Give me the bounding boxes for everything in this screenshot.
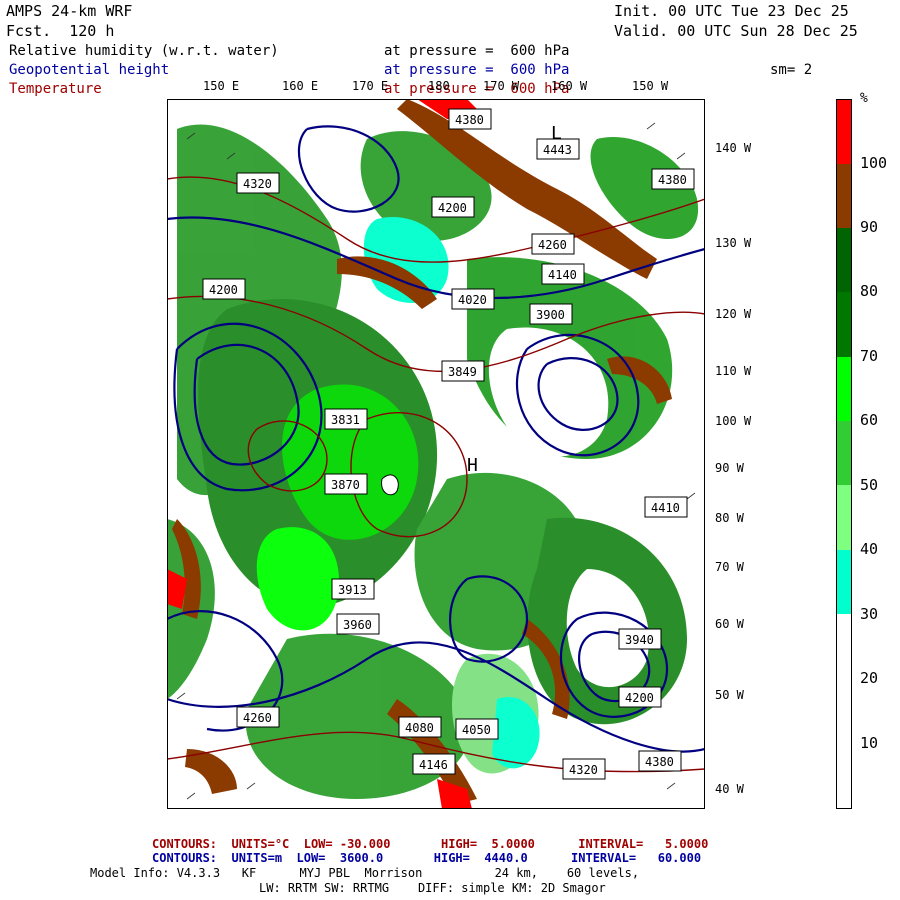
contour-label: 3870 [331,478,360,492]
colorbar-label: 60 [860,411,879,429]
contour-label: 4443 [543,143,572,157]
contour-label: 4260 [243,711,272,725]
colorbar-label: 80 [860,282,879,300]
smoothing-label: sm= 2 [770,62,813,78]
contour-label: 3831 [331,413,360,427]
lon-label-right: 100 W [715,414,752,428]
lon-label-right: 80 W [715,511,744,525]
contour-label: 3849 [448,365,477,379]
lon-label-top: 170 E [352,79,389,93]
colorbar-label: 50 [860,476,879,494]
contour-label: 3960 [343,618,372,632]
contour-label: 4020 [458,293,487,307]
init-time: Init. 00 UTC Tue 23 Dec 25 [614,2,849,20]
colorbar-label: 30 [860,605,879,623]
field-temp-level: at pressure = 600 hPa [384,81,570,97]
lon-label-right: 70 W [715,560,744,574]
contour-label: 3940 [625,633,654,647]
valid-time: Valid. 00 UTC Sun 28 Dec 25 [614,22,858,40]
colorbar-label: 40 [860,540,879,558]
contour-label: 4380 [645,755,674,769]
colorbar-label: 100 [860,154,888,172]
lon-label-right: 50 W [715,688,744,702]
high-marker: H [467,455,478,476]
lon-label-top: 170 W [483,79,520,93]
field-height-level: at pressure = 600 hPa [384,62,570,78]
forecast-hour: Fcst. 120 h [6,22,115,40]
contour-label: 4320 [569,763,598,777]
contour-label: 4200 [209,283,238,297]
colorbar-label: 70 [860,347,879,365]
contour-label: 4380 [455,113,484,127]
lon-label-right: 120 W [715,307,752,321]
model-info-line1: Model Info: V4.3.3 KF MYJ PBL Morrison 2… [90,866,640,880]
contour-label: 3913 [338,583,367,597]
contour-label: 4080 [405,721,434,735]
contour-label: 4380 [658,173,687,187]
lon-label-top: 160 E [282,79,319,93]
colorbar-label: 90 [860,218,879,236]
contour-label: 4320 [243,177,272,191]
lon-label-right: 40 W [715,782,744,796]
low-marker: L [551,123,562,144]
lon-label-right: 110 W [715,364,752,378]
temperature-contour-info: CONTOURS: UNITS=°C LOW= -30.000 HIGH= 5.… [152,837,709,851]
contour-label: 3900 [536,308,565,322]
lon-label-right: 60 W [715,617,744,631]
rh-height-temperature-map: 4380 4443 4380 4200 4320 4200 4260 4140 … [166,99,706,809]
height-contour-info: CONTOURS: UNITS=m LOW= 3600.0 HIGH= 4440… [152,851,702,865]
contour-label: 4260 [538,238,567,252]
lon-label-top: 150 W [632,79,669,93]
lon-label-top: 160 W [551,79,588,93]
colorbar-label: 10 [860,734,879,752]
contour-label: 4200 [438,201,467,215]
map-panel: 4380 4443 4380 4200 4320 4200 4260 4140 … [166,99,706,809]
model-title: AMPS 24-km WRF [6,2,133,20]
lon-label-top: 150 E [203,79,240,93]
contour-label: 4200 [625,691,654,705]
field-rh-name: Relative humidity (w.r.t. water) [9,43,279,59]
field-temp-name: Temperature [9,81,102,97]
colorbar-label: 20 [860,669,879,687]
colorbar [836,99,852,809]
contour-label: 4050 [462,723,491,737]
contour-label: 4146 [419,758,448,772]
model-info-line2: LW: RRTM SW: RRTMG DIFF: simple KM: 2D S… [259,881,606,895]
lon-label-right: 140 W [715,141,752,155]
contour-label: 4410 [651,501,680,515]
lon-label-right: 130 W [715,236,752,250]
field-rh-level: at pressure = 600 hPa [384,43,570,59]
lon-label-top: 180 [428,79,450,93]
contour-label: 4140 [548,268,577,282]
field-height-name: Geopotential height [9,62,170,78]
colorbar-unit: % [860,91,868,106]
lon-label-right: 90 W [715,461,744,475]
